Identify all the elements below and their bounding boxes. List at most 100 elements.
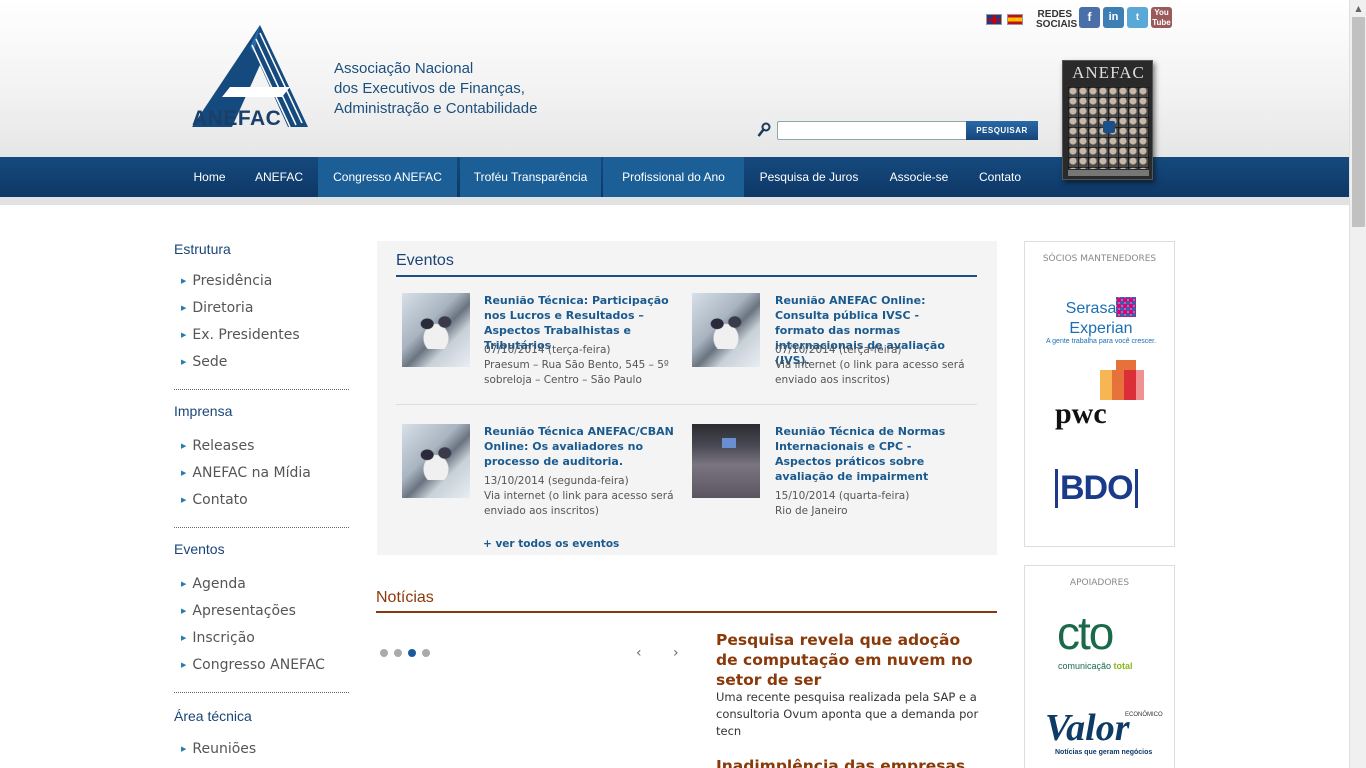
eventos-divider (396, 404, 977, 405)
search-button[interactable]: PESQUISAR (966, 121, 1038, 140)
bullet-arrow-icon: ▶ (181, 304, 187, 312)
event-place: Rio de Janeiro (775, 505, 848, 517)
noticias-rule (376, 611, 997, 613)
eventos-title: Eventos (396, 252, 454, 269)
sidebar-link-ex-presidentes[interactable]: ▶ Ex. Presidentes (181, 327, 300, 343)
magazine-cover[interactable]: ANEFAC (1062, 60, 1153, 180)
serasa-tagline: A gente trabalha para você crescer. (1045, 338, 1157, 345)
bullet-arrow-icon: ▶ (181, 496, 187, 504)
sidebar-link-sede[interactable]: ▶ Sede (181, 354, 227, 370)
sidebar-title-area-tecnica: Área técnica (174, 708, 252, 724)
sidebar-link-label: Reuniões (192, 741, 257, 757)
cto-sub-right: total (1113, 661, 1133, 671)
mantenedores-box: SÓCIOS MANTENEDORES Serasa Experian A gen… (1024, 241, 1175, 547)
carousel-dot[interactable] (380, 649, 388, 657)
bullet-arrow-icon: ▶ (181, 442, 187, 450)
event-date: 07/10/2014 (terça-feira) (484, 344, 611, 356)
sidebar-link-presidencia[interactable]: ▶ Presidência (181, 273, 272, 289)
bullet-arrow-icon: ▶ (181, 745, 187, 753)
sidebar-link-inscricao[interactable]: ▶ Inscrição (181, 630, 255, 646)
event-thumbnail[interactable] (402, 424, 470, 498)
apoiadores-box: APOIADORES cto comunicação total Valor E… (1024, 565, 1175, 768)
eventos-panel: Eventos Reunião Técnica: Participação no… (377, 241, 997, 555)
sidebar-link-releases[interactable]: ▶ Releases (181, 438, 254, 454)
magazine-footer (1068, 170, 1149, 176)
bullet-arrow-icon: ▶ (181, 358, 187, 366)
redes-sociais-label: REDES SOCIAIS (1036, 10, 1078, 30)
nav-anefac[interactable]: ANEFAC (247, 157, 311, 197)
carousel-dots (380, 649, 430, 657)
sidebar-link-anefac-midia[interactable]: ▶ ANEFAC na Mídia (181, 465, 311, 481)
linkedin-icon[interactable]: in (1103, 7, 1124, 28)
sidebar-link-contato[interactable]: ▶ Contato (181, 492, 248, 508)
facebook-icon[interactable]: f (1079, 7, 1100, 28)
sidebar-link-reunioes[interactable]: ▶ Reuniões (181, 741, 256, 757)
sidebar-title-estrutura: Estrutura (174, 241, 231, 257)
language-selector (986, 14, 1023, 25)
logo-text: ANEFAC (192, 107, 282, 130)
event-thumbnail[interactable] (402, 293, 470, 367)
site-header: ANEFAC Associação Nacional dos Executivo… (0, 0, 1349, 180)
bullet-arrow-icon: ▶ (181, 661, 187, 669)
bullet-arrow-icon: ▶ (181, 331, 187, 339)
valor-economico-label: ECONÔMICO (1125, 712, 1163, 718)
sidebar-link-label: Contato (192, 492, 248, 508)
event-thumbnail[interactable] (692, 424, 760, 498)
magazine-title: ANEFAC (1072, 63, 1145, 82)
vertical-scrollbar[interactable]: ▲ (1349, 0, 1366, 768)
noticias-title: Notícias (376, 589, 434, 606)
carousel-dot-active[interactable] (408, 649, 416, 657)
sidebar-title-eventos: Eventos (174, 541, 225, 557)
event-place: Via internet (o link para acesso será en… (484, 490, 674, 517)
bdo-logo[interactable]: BDO (1055, 469, 1138, 508)
bullet-arrow-icon: ▶ (181, 634, 187, 642)
nav-contato[interactable]: Contato (969, 157, 1031, 197)
twitter-icon[interactable]: t (1127, 7, 1148, 28)
event-date: 07/10/2014 (terça-feira) (775, 344, 902, 356)
mantenedores-title: SÓCIOS MANTENEDORES (1042, 254, 1157, 264)
valor-logo[interactable]: Valor (1045, 706, 1129, 750)
event-date: 15/10/2014 (quarta-feira) (775, 490, 910, 502)
event-thumbnail[interactable] (692, 293, 760, 367)
cto-logo[interactable]: cto (1057, 606, 1114, 660)
event-title-link[interactable]: Reunião Técnica de Normas Internacionais… (775, 424, 970, 484)
spanish-flag-icon[interactable] (1007, 14, 1023, 25)
carousel-next-icon[interactable]: › (673, 645, 679, 661)
search-input[interactable] (777, 121, 967, 140)
nav-home[interactable]: Home (183, 157, 236, 197)
bullet-arrow-icon: ▶ (181, 607, 187, 615)
carousel-prev-icon[interactable]: ‹ (636, 645, 642, 661)
sidebar-link-congresso[interactable]: ▶ Congresso ANEFAC (181, 657, 325, 673)
news-headline-link[interactable]: Inadimplência das empresas (716, 756, 986, 768)
carousel-dot[interactable] (422, 649, 430, 657)
scroll-up-icon[interactable]: ▲ (1350, 0, 1366, 17)
tagline-line: Administração e Contabilidade (334, 100, 538, 117)
nav-profissional[interactable]: Profissional do Ano (603, 157, 744, 197)
magazine-badge (1103, 121, 1115, 133)
cto-subtitle: comunicação total (1058, 661, 1133, 671)
news-headline-link[interactable]: Pesquisa revela que adoção de computação… (716, 630, 986, 690)
sidebar-link-diretoria[interactable]: ▶ Diretoria (181, 300, 253, 316)
bullet-arrow-icon: ▶ (181, 580, 187, 588)
event-title-link[interactable]: Reunião Técnica ANEFAC/CBAN Online: Os a… (484, 424, 679, 469)
scroll-thumb[interactable] (1352, 17, 1365, 227)
sidebar-link-label: Ex. Presidentes (192, 327, 300, 343)
english-flag-icon[interactable] (986, 14, 1002, 25)
nav-associe[interactable]: Associe-se (880, 157, 958, 197)
eventos-rule (396, 275, 977, 277)
experian-name: Experian (1069, 320, 1133, 337)
pwc-logo[interactable]: pwc (1055, 397, 1107, 431)
youtube-icon[interactable]: You Tube (1151, 7, 1172, 28)
nav-trofeu[interactable]: Troféu Transparência (460, 157, 601, 197)
nav-pesquisa-juros[interactable]: Pesquisa de Juros (753, 157, 865, 197)
sidebar-divider (174, 389, 349, 390)
carousel-dot[interactable] (394, 649, 402, 657)
serasa-experian-logo[interactable]: Serasa Experian A gente trabalha para voc… (1036, 297, 1166, 345)
see-all-events-link[interactable]: + ver todos os eventos (483, 538, 619, 550)
sidebar-link-agenda[interactable]: ▶ Agenda (181, 576, 246, 592)
pwc-logo-mark-icon[interactable] (1100, 360, 1144, 400)
redes-line: SOCIAIS (1036, 19, 1078, 30)
sidebar-link-label: Apresentações (192, 603, 296, 619)
nav-congresso[interactable]: Congresso ANEFAC (318, 157, 457, 197)
sidebar-link-apresentacoes[interactable]: ▶ Apresentações (181, 603, 296, 619)
